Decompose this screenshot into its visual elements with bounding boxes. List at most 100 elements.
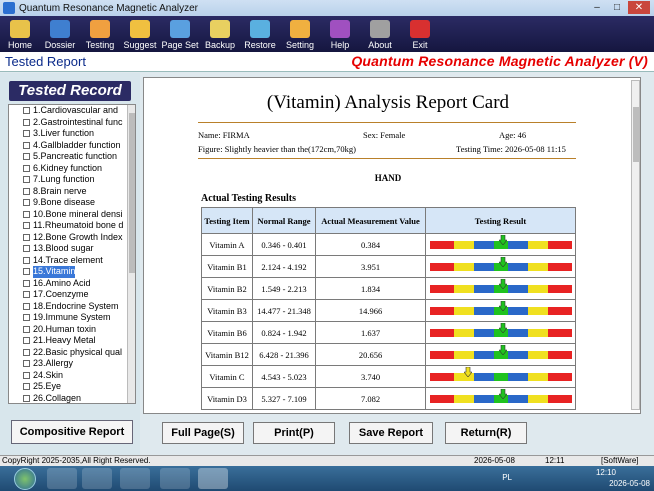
record-list-item[interactable]: 14.Trace element: [9, 255, 135, 267]
record-list-item[interactable]: 21.Heavy Metal: [9, 335, 135, 347]
record-list-item[interactable]: 9.Bone disease: [9, 197, 135, 209]
toolbar-page-set-button[interactable]: Page Set: [160, 16, 200, 52]
record-list-item[interactable]: 7.Lung function: [9, 174, 135, 186]
document-icon: [23, 187, 30, 195]
toolbar-label: Testing: [85, 40, 115, 50]
document-icon: [23, 394, 30, 402]
record-list-item[interactable]: 25.Eye: [9, 381, 135, 393]
analyzer-taskbar-icon[interactable]: [198, 468, 228, 489]
return-button[interactable]: Return(R): [445, 422, 527, 444]
minimize-button[interactable]: –: [588, 1, 606, 14]
record-list-item[interactable]: 4.Gallbladder function: [9, 140, 135, 152]
record-list-item[interactable]: 8.Brain nerve: [9, 186, 135, 198]
report-scroll-thumb[interactable]: [633, 107, 639, 162]
result-marker-icon: [498, 278, 508, 289]
toolbar-backup-button[interactable]: Backup: [200, 16, 240, 52]
record-list-item[interactable]: 1.Cardiovascular and: [9, 105, 135, 117]
cell-result-bar: [425, 343, 576, 366]
report-scrollbar[interactable]: [631, 80, 640, 410]
record-list-item[interactable]: 10.Bone mineral densi: [9, 209, 135, 221]
record-list-item[interactable]: 20.Human toxin: [9, 324, 135, 336]
record-list-item[interactable]: 12.Bone Growth Index: [9, 232, 135, 244]
record-list-item[interactable]: 15.Vitamin: [9, 266, 135, 278]
toolbar-restore-button[interactable]: Restore: [240, 16, 280, 52]
maximize-button[interactable]: □: [608, 1, 626, 14]
record-list-item[interactable]: 19.Immune System: [9, 312, 135, 324]
cell-range: 2.124 - 4.192: [252, 255, 316, 278]
toolbar-testing-button[interactable]: Testing: [80, 16, 120, 52]
record-list-item[interactable]: 22.Basic physical qual: [9, 347, 135, 359]
scale-segment: [527, 262, 548, 271]
section-label: HAND: [374, 173, 402, 183]
toolbar-home-button[interactable]: Home: [0, 16, 40, 52]
list-scroll-thumb[interactable]: [129, 113, 135, 273]
record-item-label: 4.Gallbladder function: [33, 139, 121, 150]
record-list-item[interactable]: 18.Endocrine System: [9, 301, 135, 313]
record-item-label: 24.Skin: [33, 369, 64, 380]
record-list[interactable]: 1.Cardiovascular and 2.Gastrointestinal f…: [8, 104, 136, 404]
brand-title: Quantum Resonance Magnetic Analyzer (V): [351, 53, 648, 69]
full-page-button[interactable]: Full Page(S): [162, 422, 244, 444]
status-mode: [SoftWare]: [601, 456, 639, 465]
app-window: Quantum Resonance Magnetic Analyzer – □ …: [0, 0, 654, 491]
clock-time: 12:10: [595, 468, 617, 477]
record-list-item[interactable]: 5.Pancreatic function: [9, 151, 135, 163]
record-list-item[interactable]: 16.Amino Acid: [9, 278, 135, 290]
record-list-item[interactable]: 26.Collagen: [9, 392, 135, 404]
record-list-item[interactable]: 23.Allergy: [9, 358, 135, 370]
record-list-item[interactable]: 2.Gastrointestinal func: [9, 117, 135, 129]
record-list-item[interactable]: 11.Rheumatoid bone d: [9, 220, 135, 232]
toolbar-exit-button[interactable]: Exit: [400, 16, 440, 52]
record-item-label: 6.Kidney function: [33, 162, 103, 173]
cell-range: 0.346 - 0.401: [252, 233, 316, 256]
explorer-taskbar-icon[interactable]: [47, 468, 77, 489]
scale-segment: [473, 328, 494, 337]
result-marker-icon: [463, 366, 473, 377]
record-list-item[interactable]: 3.Liver function: [9, 128, 135, 140]
save-report-button[interactable]: Save Report: [349, 422, 433, 444]
status-date: 2026-05-08: [474, 456, 515, 465]
cell-value: 3.951: [315, 255, 426, 278]
record-item-label: 16.Amino Acid: [33, 277, 91, 288]
language-indicator[interactable]: PL: [502, 473, 512, 482]
bottom-divider: [198, 158, 576, 159]
record-list-item[interactable]: 6.Kidney function: [9, 163, 135, 175]
cell-range: 14.477 - 21.348: [252, 299, 316, 322]
record-list-item[interactable]: 24.Skin: [9, 370, 135, 382]
record-list-item[interactable]: 17.Coenzyme: [9, 289, 135, 301]
title-bar: Quantum Resonance Magnetic Analyzer – □ …: [0, 0, 654, 16]
list-scrollbar[interactable]: [127, 105, 135, 403]
record-item-label: 9.Bone disease: [33, 197, 96, 207]
page-title: Tested Report: [5, 54, 86, 69]
print-button[interactable]: Print(P): [253, 422, 335, 444]
scale-segment: [429, 284, 454, 293]
header-band: Tested Report Quantum Resonance Magnetic…: [0, 52, 654, 72]
toolbar-setting-button[interactable]: Setting: [280, 16, 320, 52]
document-icon: [23, 291, 30, 299]
toolbar-label: Backup: [204, 40, 236, 50]
cell-result-bar: [425, 387, 576, 410]
page-set-icon: [170, 20, 190, 38]
compositive-report-button[interactable]: Compositive Report: [11, 420, 133, 444]
toolbar-dossier-button[interactable]: Dossier: [40, 16, 80, 52]
cell-result-bar: [425, 321, 576, 344]
toolbar-about-button[interactable]: About: [360, 16, 400, 52]
cell-value: 7.082: [315, 387, 426, 410]
patient-figure: Figure: Slightly heavier than the(172cm,…: [198, 144, 356, 154]
col-testing-item: Testing Item: [201, 207, 253, 234]
toolbar-suggest-button[interactable]: Suggest: [120, 16, 160, 52]
chrome-taskbar-icon[interactable]: [120, 468, 150, 489]
folder-taskbar-icon[interactable]: [160, 468, 190, 489]
result-marker-icon: [498, 300, 508, 311]
record-list-item[interactable]: 13.Blood sugar: [9, 243, 135, 255]
start-button[interactable]: [14, 468, 36, 490]
taskbar: PL 12:10 2026-05-08: [0, 466, 654, 491]
record-item-label: 26.Collagen: [33, 392, 82, 403]
col-testing-result: Testing Result: [425, 207, 576, 234]
close-button[interactable]: ✕: [628, 1, 650, 14]
result-scale: [429, 322, 572, 337]
media-taskbar-icon[interactable]: [82, 468, 112, 489]
record-item-label: 14.Trace element: [33, 254, 103, 265]
toolbar-help-button[interactable]: Help: [320, 16, 360, 52]
cell-range: 1.549 - 2.213: [252, 277, 316, 300]
